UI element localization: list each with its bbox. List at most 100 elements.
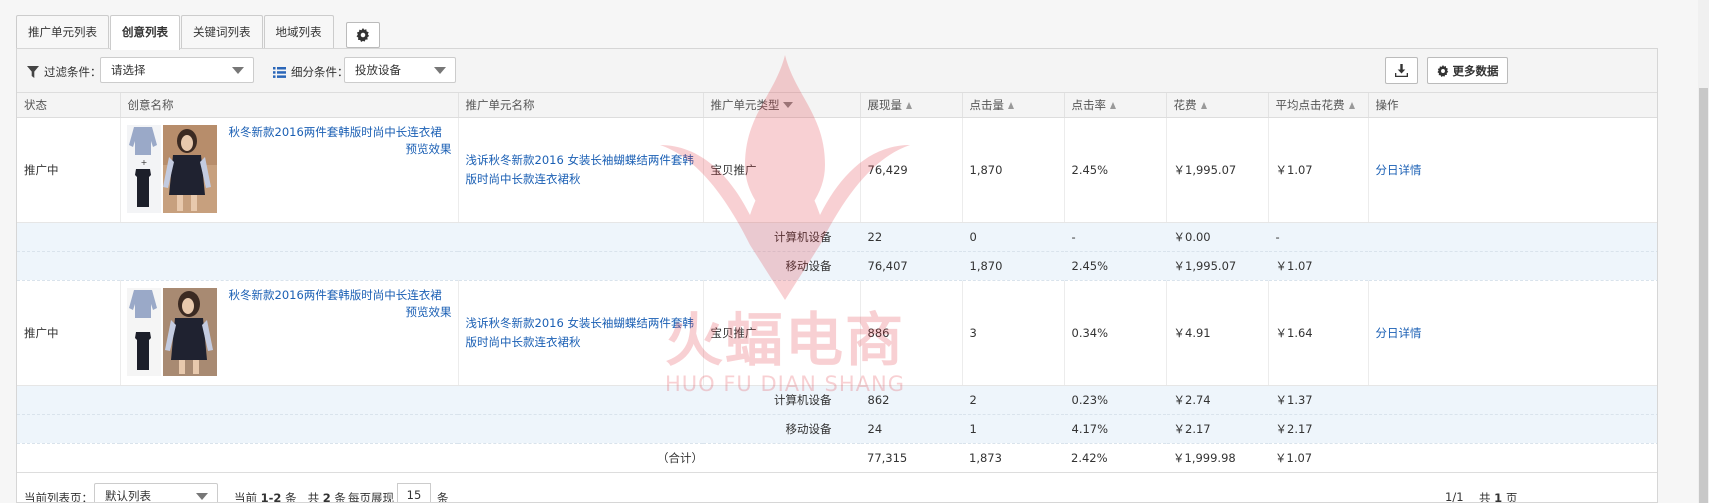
clicks-cell: 2 [962,385,1065,415]
device-row: 移动设备 24 1 4.17% ￥2.17 ￥2.17 [17,414,1657,444]
unit-name-link[interactable]: 浅诉秋冬新款2016 女装长袖蝴蝶结两件套韩版时尚中长款连衣裙秋 [466,151,703,189]
col-cpc[interactable]: 平均点击花费 [1268,93,1369,118]
tab-keyword-list[interactable]: 关键词列表 [181,15,263,49]
impressions-cell: 24 [860,414,963,444]
col-action: 操作 [1368,93,1657,118]
clicks-cell: 1 [962,414,1065,444]
cost-cell: ￥1,995.07 [1166,251,1269,281]
pagination-bar: 当前列表页： 默认列表 当前 1-2 条 共 2 条 每页展现 15 条 1/1… [17,472,1657,503]
settings-button[interactable] [345,22,380,48]
clicks-cell: 1,873 [962,443,1064,473]
total-row: （合计） 77,315 1,873 2.42% ￥1,999.98 ￥1.07 [17,443,1657,473]
more-data-button[interactable]: 更多数据 [1427,57,1508,84]
unit-type-cell: 宝贝推广 [703,280,861,386]
ctr-cell: 4.17% [1064,414,1167,444]
ctr-cell: 2.45% [1064,117,1167,223]
device-name: 移动设备 [17,251,861,281]
sort-up-icon [1348,101,1355,109]
device-row: 移动设备 76,407 1,870 2.45% ￥1,995.07 ￥1.07 [17,251,1657,281]
gear-icon [1436,64,1448,77]
filter-icon [27,66,39,78]
caret-down-icon [782,101,793,108]
chevron-down-icon [232,67,244,74]
ctr-cell: 0.34% [1064,280,1167,386]
device-row: 计算机设备 22 0 - ￥0.00 - [17,222,1657,252]
clicks-cell: 3 [962,280,1065,386]
chevron-down-icon [196,492,208,500]
per-page-input[interactable]: 15 [397,482,431,502]
device-name: 移动设备 [17,414,861,444]
impressions-cell: 76,407 [860,251,963,281]
impressions-cell: 862 [860,385,963,415]
tab-bar: 推广单元列表 创意列表 关键词列表 地域列表 [16,15,380,50]
page-scrollbar[interactable] [1698,0,1709,503]
col-ctr[interactable]: 点击率 [1064,93,1167,118]
cpc-cell: ￥1.64 [1268,280,1369,386]
cost-cell: ￥4.91 [1166,280,1269,386]
sort-up-icon [1008,101,1014,109]
tab-region-list[interactable]: 地域列表 [263,15,334,49]
cost-cell: ￥1,999.98 [1166,443,1268,473]
scrollbar-thumb[interactable] [1699,88,1708,503]
cpc-cell: - [1268,222,1369,252]
sort-up-icon [906,101,912,109]
col-impressions[interactable]: 展现量 [860,93,963,118]
daily-detail-link[interactable]: 分日详情 [1376,326,1422,340]
col-unit-name: 推广单元名称 [458,93,704,118]
cpc-cell: ￥2.17 [1268,414,1369,444]
daily-detail-link[interactable]: 分日详情 [1376,163,1422,177]
creative-title-link[interactable]: 秋冬新款2016两件套韩版时尚中长连衣裙 [229,287,442,303]
unit-type-cell: 宝贝推广 [703,117,861,223]
list-select[interactable]: 默认列表 [94,482,218,502]
creative-thumbnail[interactable]: + [124,122,219,215]
segment-label: 细分条件： [273,64,349,80]
col-cost[interactable]: 花费 [1166,93,1269,118]
table-header: 状态 创意名称 推广单元名称 推广单元类型 展现量 点击量 点击率 花费 平均点… [17,93,1657,118]
sort-up-icon [1110,101,1116,109]
cost-cell: ￥2.74 [1166,385,1269,415]
segment-select[interactable]: 投放设备 [344,57,456,83]
cost-cell: ￥1,995.07 [1166,117,1269,223]
table-row: 推广中 + 秋冬新款2016两件套韩版时尚中长连衣裙 预览效果 浅诉秋冬新款20… [17,117,1657,223]
impressions-cell: 22 [860,222,963,252]
preview-link[interactable]: 预览效果 [406,304,452,320]
filter-select[interactable]: 请选择 [100,57,254,83]
ctr-cell: - [1064,222,1167,252]
clicks-cell: 0 [962,222,1065,252]
current-list-label: 当前列表页： [24,490,93,503]
cost-cell: ￥0.00 [1166,222,1269,252]
impressions-cell: 76,429 [860,117,963,223]
total-label: （合计） [17,443,703,473]
col-unit-type[interactable]: 推广单元类型 [703,93,861,118]
download-icon [1395,64,1408,77]
svg-text:+: + [140,158,147,167]
clicks-cell: 1,870 [962,117,1065,223]
sort-up-icon [1200,101,1207,109]
creative-title-link[interactable]: 秋冬新款2016两件套韩版时尚中长连衣裙 [229,124,442,140]
download-button[interactable] [1385,57,1418,84]
preview-link[interactable]: 预览效果 [406,141,452,157]
table-row: 推广中 秋冬新款2016两件套韩版时尚中长连衣裙 预览效果 浅诉秋冬新款2016… [17,280,1657,386]
gear-icon [356,28,369,42]
page-indicator: 1/1 [1445,489,1464,503]
cpc-cell: ￥1.07 [1268,251,1369,281]
impressions-cell: 77,315 [860,443,962,473]
total-pages: 共 1 页 [1479,490,1518,503]
device-name: 计算机设备 [17,385,861,415]
per-page-unit: 条 [437,490,449,503]
creative-thumbnail[interactable] [124,285,219,378]
device-name: 计算机设备 [17,222,861,252]
creative-panel: 过滤条件： 请选择 细分条件： 投放设备 更多数据 状态 创意名称 推广单元名称… [16,48,1658,503]
ctr-cell: 2.42% [1064,443,1166,473]
tab-unit-list[interactable]: 推广单元列表 [16,15,109,49]
unit-name-link[interactable]: 浅诉秋冬新款2016 女装长袖蝴蝶结两件套韩版时尚中长款连衣裙秋 [466,314,703,352]
cpc-cell: ￥1.37 [1268,385,1369,415]
filter-toolbar: 过滤条件： 请选择 细分条件： 投放设备 更多数据 [17,49,1657,93]
cpc-cell: ￥1.07 [1268,443,1368,473]
col-clicks[interactable]: 点击量 [962,93,1065,118]
cost-cell: ￥2.17 [1166,414,1269,444]
creative-cell: 秋冬新款2016两件套韩版时尚中长连衣裙 预览效果 [121,281,458,385]
creative-cell: + 秋冬新款2016两件套韩版时尚中长连衣裙 预览效果 [121,118,458,222]
tab-creative-list[interactable]: 创意列表 [110,15,180,50]
range-info: 当前 1-2 条 共 2 条 [234,490,346,503]
